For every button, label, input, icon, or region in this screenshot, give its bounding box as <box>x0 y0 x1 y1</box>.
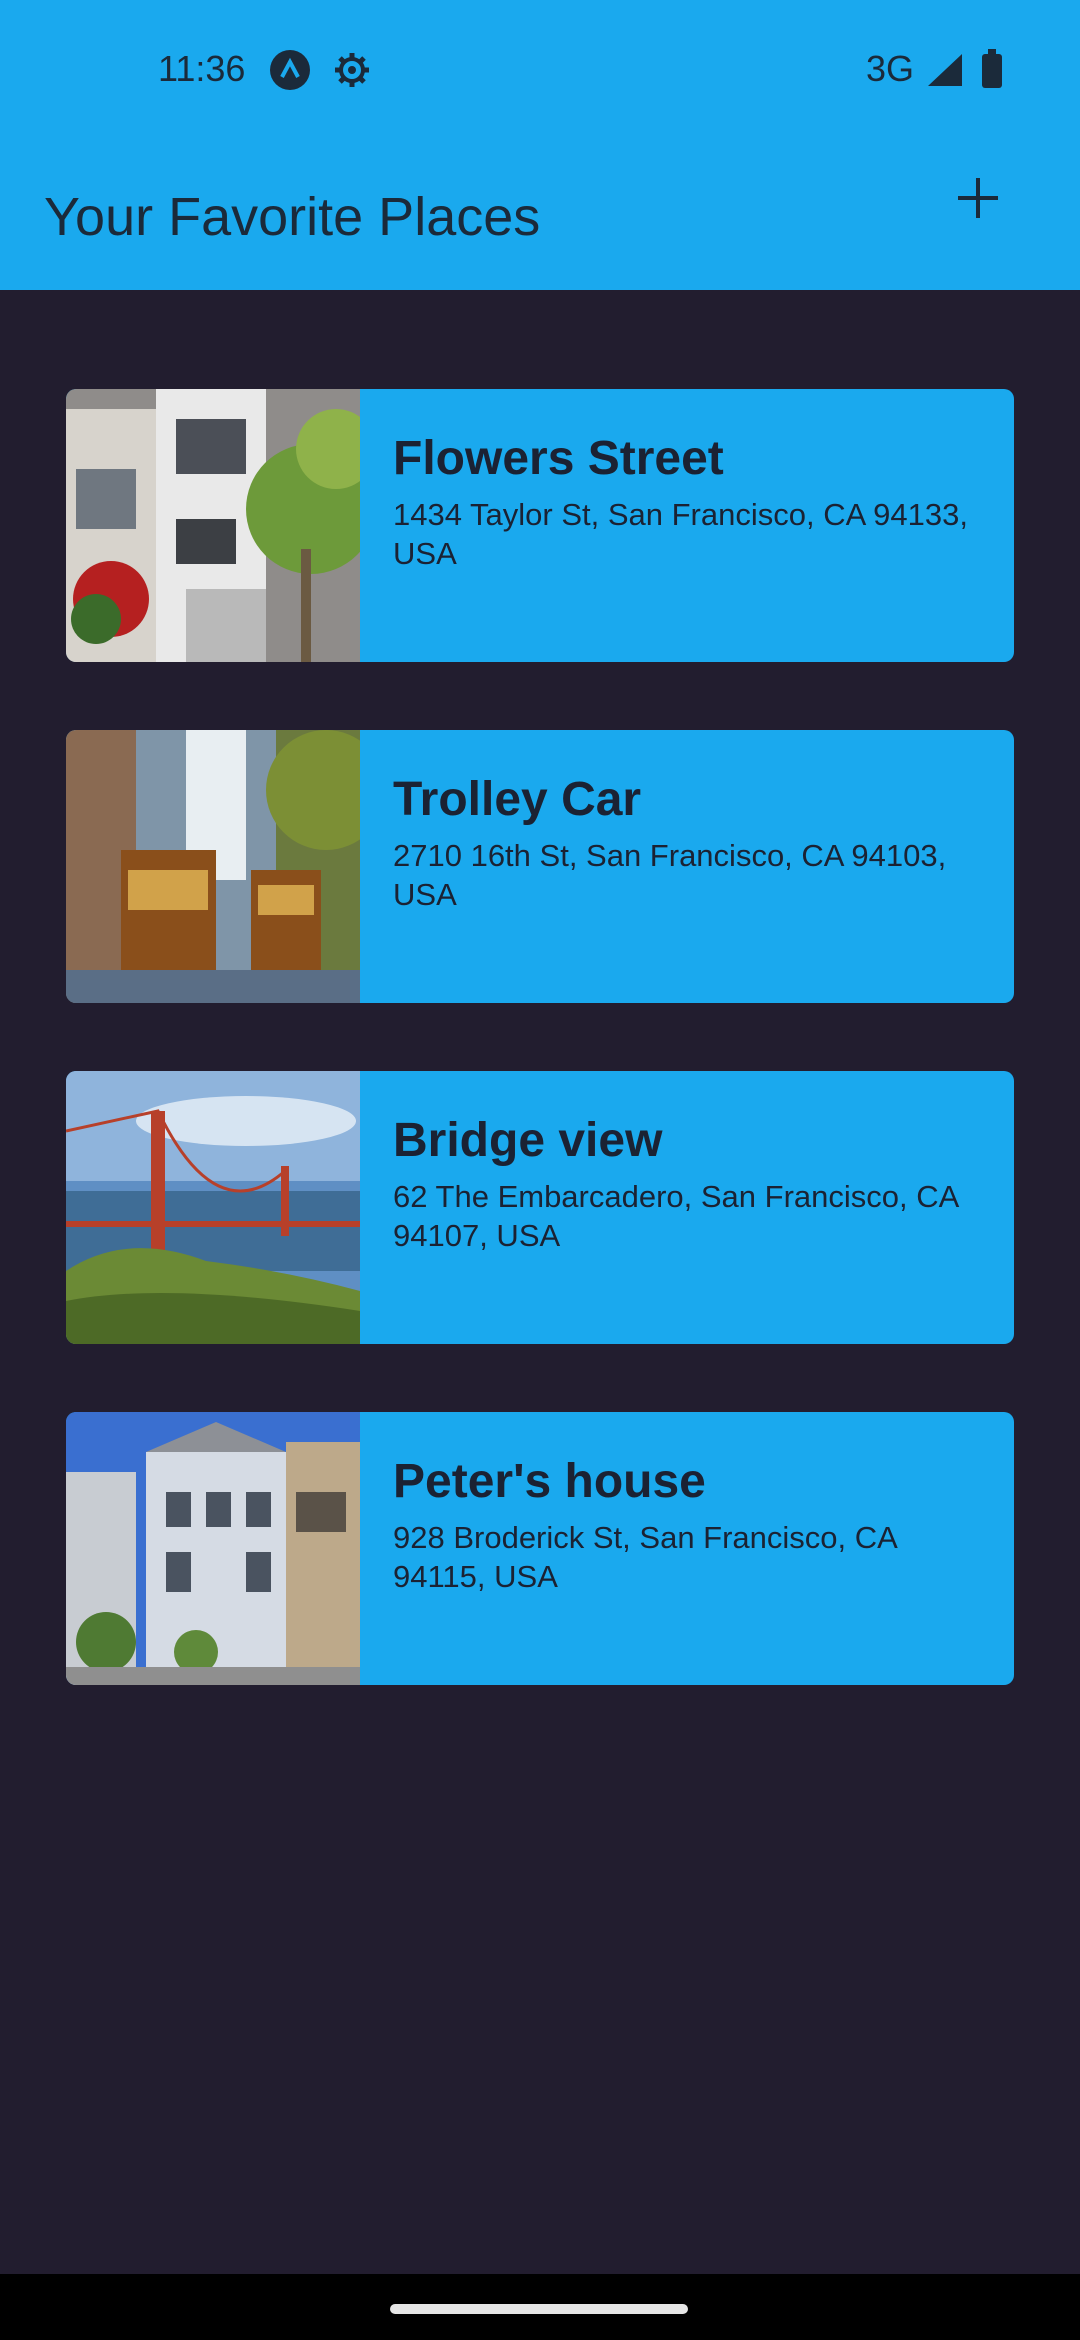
place-title: Flowers Street <box>393 432 724 485</box>
place-title: Trolley Car <box>393 773 642 826</box>
victorian-house-photo <box>66 1412 360 1685</box>
add-place-button[interactable] <box>948 168 1008 228</box>
status-time: 11:36 <box>158 48 246 89</box>
signal-icon <box>926 52 964 88</box>
page-title: Your Favorite Places <box>44 187 541 247</box>
place-card[interactable]: Trolley Car 2710 16th St, San Francisco,… <box>66 730 1014 1003</box>
status-bar: 11:36 3G <box>0 0 1080 140</box>
battery-icon <box>982 49 1002 88</box>
home-gesture-handle[interactable] <box>390 2304 688 2314</box>
places-list: Flowers Street 1434 Taylor St, San Franc… <box>66 389 1014 1753</box>
gear-icon <box>332 50 372 90</box>
place-address: 928 Broderick St, San Francisco, CA 9411… <box>393 1520 897 1594</box>
place-card[interactable]: Peter's house 928 Broderick St, San Fran… <box>66 1412 1014 1685</box>
app-bar: Your Favorite Places <box>0 140 1080 290</box>
place-title: Peter's house <box>393 1455 706 1508</box>
cable-car-photo <box>66 730 360 1003</box>
system-nav-bar <box>0 2274 1080 2340</box>
place-address: 1434 Taylor St, San Francisco, CA 94133,… <box>393 497 968 571</box>
app-notification-icon <box>270 50 310 90</box>
golden-gate-bridge-photo <box>66 1071 360 1344</box>
place-card[interactable]: Flowers Street 1434 Taylor St, San Franc… <box>66 389 1014 662</box>
place-title: Bridge view <box>393 1114 663 1167</box>
network-type: 3G <box>866 48 915 89</box>
townhouse-street-photo <box>66 389 360 662</box>
place-address: 62 The Embarcadero, San Francisco, CA 94… <box>393 1179 958 1253</box>
place-address: 2710 16th St, San Francisco, CA 94103, U… <box>393 838 947 912</box>
plus-icon <box>958 178 998 218</box>
place-card[interactable]: Bridge view 62 The Embarcadero, San Fran… <box>66 1071 1014 1344</box>
